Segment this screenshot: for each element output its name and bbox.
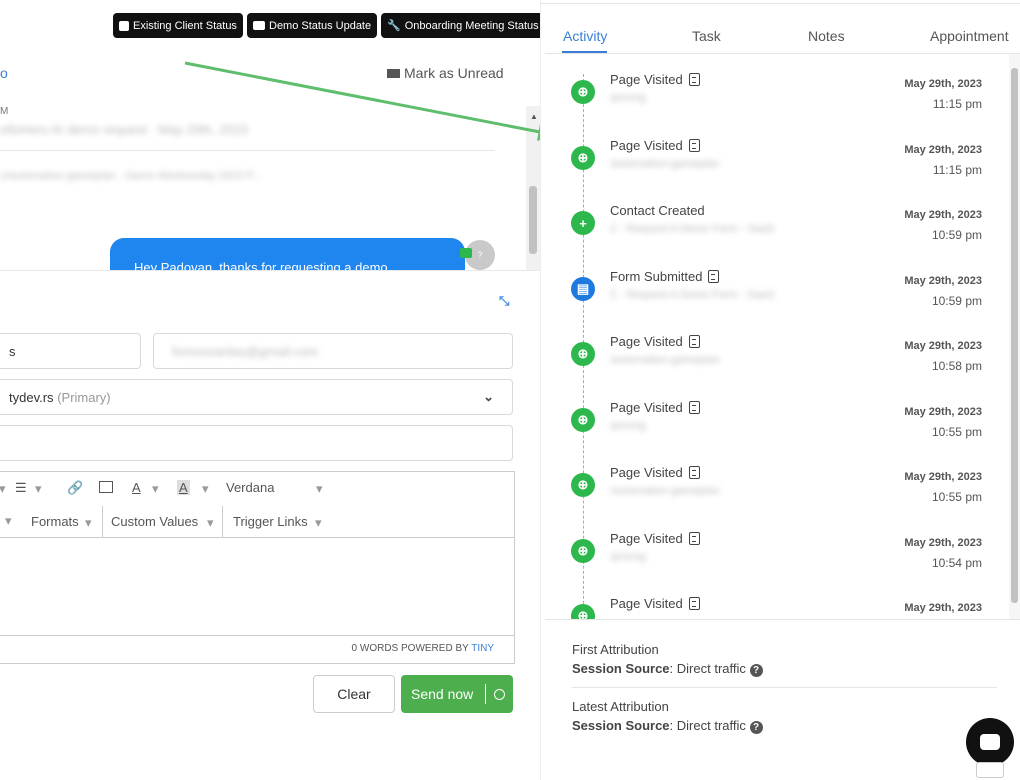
globe-icon: ⊕ bbox=[571, 604, 595, 619]
activity-title: Page Visited bbox=[610, 137, 683, 153]
activity-title: Form Submitted bbox=[610, 268, 703, 284]
help-icon[interactable]: ? bbox=[749, 664, 763, 677]
activity-date: May 29th, 2023 bbox=[904, 78, 982, 90]
activity-item[interactable]: ⊕ Page Visited/automation-gameplan May 29t… bbox=[545, 457, 1015, 517]
globe-icon: ⊕ bbox=[571, 407, 595, 432]
latest-attribution-source: Session Source: Direct traffic ? bbox=[572, 718, 763, 734]
help-icon[interactable]: ? bbox=[749, 721, 763, 734]
scrollbar-thumb[interactable] bbox=[1011, 68, 1018, 603]
activity-date: May 29th, 2023 bbox=[904, 536, 982, 549]
tab-activity[interactable]: Activity bbox=[563, 28, 607, 44]
activity-item[interactable]: ⊕ Page Visited/pricing May 29th, 2023 10:55… bbox=[545, 392, 1015, 452]
activity-title: Page Visited bbox=[610, 530, 683, 546]
activity-detail: /pricing bbox=[610, 550, 646, 563]
first-attribution-title: First Attribution bbox=[572, 642, 659, 657]
activity-date: May 29th, 2023 bbox=[904, 340, 982, 352]
activity-title: Page Visited bbox=[610, 465, 683, 480]
timeline-scrollbar[interactable] bbox=[1009, 54, 1020, 619]
first-attribution-source: Session Source: Direct traffic ? bbox=[572, 661, 763, 677]
activity-item[interactable]: ⊕ Page Visited/automation-gameplan May 29t… bbox=[545, 326, 1015, 386]
activity-time: 10:59 pm bbox=[931, 228, 982, 242]
activity-time: 11:15 pm bbox=[932, 162, 982, 177]
activity-item[interactable]: ⊕ Page Visited May 29th, 2023 bbox=[545, 588, 1015, 619]
latest-attribution-title: Latest Attribution bbox=[572, 699, 669, 714]
chat-widget-button[interactable] bbox=[966, 718, 1014, 766]
clipboard-icon[interactable] bbox=[688, 597, 700, 610]
globe-icon: ⊕ bbox=[571, 80, 595, 104]
activity-date: May 29th, 2023 bbox=[904, 274, 982, 287]
activity-title: Page Visited bbox=[610, 399, 683, 415]
clipboard-icon[interactable] bbox=[688, 531, 700, 545]
clipboard-icon[interactable] bbox=[708, 269, 720, 283]
activity-time: 10:54 pm bbox=[931, 555, 982, 570]
globe-icon: ⊕ bbox=[571, 145, 595, 170]
activity-date: May 29th, 2023 bbox=[904, 209, 982, 221]
activity-item[interactable]: ⊕ Page Visited/pricing May 29th, 2023 11:15… bbox=[545, 64, 1015, 124]
clipboard-icon: ▤ bbox=[571, 276, 595, 301]
clipboard-icon[interactable] bbox=[688, 466, 700, 479]
scroll-to-top-button[interactable] bbox=[976, 762, 1004, 778]
tab-appointment[interactable]: Appointment bbox=[930, 28, 1009, 44]
clipboard-icon[interactable] bbox=[688, 73, 700, 86]
activity-date: May 29th, 2023 bbox=[904, 143, 982, 156]
activity-detail: Z - Request A Demo Form - SaaS bbox=[610, 223, 775, 235]
tab-task[interactable]: Task bbox=[692, 28, 721, 44]
tab-notes[interactable]: Notes bbox=[808, 28, 845, 44]
activity-detail: /pricing bbox=[610, 92, 646, 104]
clipboard-icon[interactable] bbox=[688, 138, 700, 152]
activity-time: 10:55 pm bbox=[931, 490, 982, 504]
activity-detail: /automation-gameplan bbox=[610, 354, 720, 366]
globe-icon: ⊕ bbox=[571, 538, 595, 563]
activity-date: May 29th, 2023 bbox=[904, 602, 982, 614]
activity-time: 10:58 pm bbox=[931, 359, 982, 373]
globe-icon: ⊕ bbox=[571, 473, 595, 497]
activity-detail: /automation-gameplan bbox=[610, 485, 720, 497]
activity-date: May 29th, 2023 bbox=[904, 471, 982, 483]
activity-title: Page Visited bbox=[610, 72, 683, 87]
activity-item[interactable]: ⊕ Page Visited/automation-gameplan May 29t… bbox=[545, 130, 1015, 190]
globe-icon: ⊕ bbox=[571, 342, 595, 366]
activity-time: 11:15 pm bbox=[932, 97, 982, 111]
activity-item[interactable]: ▤ Form Submitted Z - Request A Demo Form -… bbox=[545, 261, 1015, 321]
clipboard-icon[interactable] bbox=[688, 400, 700, 414]
activity-detail: /automation-gameplan bbox=[610, 157, 720, 170]
activity-title: Page Visited bbox=[610, 596, 683, 611]
activity-item[interactable]: ⊕ Page Visited/pricing May 29th, 2023 10:54… bbox=[545, 523, 1015, 583]
activity-timeline: ⊕ Page Visited/pricing May 29th, 2023 11:15… bbox=[545, 54, 1020, 619]
activity-detail: Z - Request A Demo Form - SaaS bbox=[610, 288, 775, 301]
activity-time: 10:59 pm bbox=[931, 293, 982, 308]
chat-icon bbox=[980, 734, 1000, 750]
add-user-icon: + bbox=[571, 211, 595, 235]
activity-title: Page Visited bbox=[610, 334, 683, 349]
clipboard-icon[interactable] bbox=[688, 335, 700, 348]
activity-date: May 29th, 2023 bbox=[904, 405, 982, 418]
activity-time: 10:55 pm bbox=[931, 424, 982, 439]
activity-detail: /pricing bbox=[610, 419, 646, 432]
activity-title: Contact Created bbox=[610, 203, 705, 218]
activity-item[interactable]: + Contact Created Z - Request A Demo Form … bbox=[545, 195, 1015, 255]
